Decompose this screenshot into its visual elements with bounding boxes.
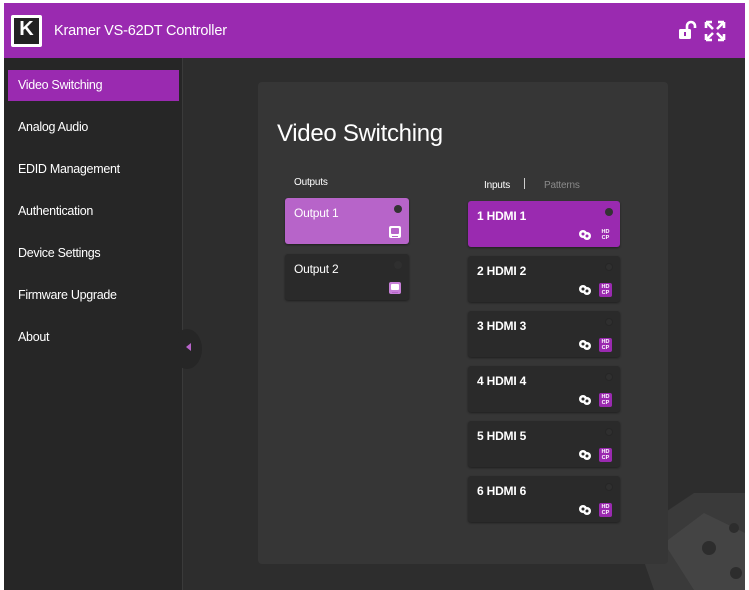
hdcp-icon: HD CP [599,393,612,407]
sidebar-item-label: About [18,330,50,344]
input-label: 2 HDMI 2 [477,264,527,278]
display-icon [389,226,401,238]
outputs-label: Outputs [294,177,328,188]
link-icon [579,450,591,460]
sidebar-item-label: Authentication [18,204,94,218]
input-card-2[interactable]: 2 HDMI 2 HD CP [468,256,620,302]
output-card-2[interactable]: Output 2 [285,254,409,300]
status-indicator [394,261,402,269]
sidebar-item-label: Firmware Upgrade [18,288,117,302]
input-card-1[interactable]: 1 HDMI 1 HD CP [468,201,620,247]
output-label: Output 1 [294,206,339,220]
input-card-4[interactable]: 4 HDMI 4 HD CP [468,366,620,412]
status-indicator [605,263,613,271]
sidebar-collapse-handle[interactable] [172,329,202,369]
input-card-3[interactable]: 3 HDMI 3 HD CP [468,311,620,357]
link-icon [579,395,591,405]
status-indicator [605,318,613,326]
hdcp-icon: HD CP [599,283,612,297]
sidebar: Video Switching Analog Audio EDID Manage… [4,58,183,590]
kramer-logo: K [11,15,42,47]
input-label: 4 HDMI 4 [477,374,527,388]
sidebar-item-authentication[interactable]: Authentication [8,196,179,227]
sidebar-item-about[interactable]: About [8,322,179,353]
fullscreen-icon[interactable] [704,20,726,42]
status-indicator [605,373,613,381]
app-title: Kramer VS-62DT Controller [54,23,227,39]
display-icon [389,282,401,294]
status-indicator [394,205,402,213]
chevron-left-icon [186,343,191,351]
output-label: Output 2 [294,262,339,276]
input-label: 5 HDMI 5 [477,429,527,443]
sidebar-item-analog-audio[interactable]: Analog Audio [8,112,179,143]
page-title: Video Switching [277,120,443,147]
sidebar-item-device-settings[interactable]: Device Settings [8,238,179,269]
hdcp-icon: HD CP [599,338,612,352]
sidebar-item-label: Video Switching [18,78,103,92]
link-icon [579,285,591,295]
input-label: 1 HDMI 1 [477,209,527,223]
input-label: 6 HDMI 6 [477,484,527,498]
sidebar-item-firmware-upgrade[interactable]: Firmware Upgrade [8,280,179,311]
sidebar-item-edid-management[interactable]: EDID Management [8,154,179,185]
sidebar-item-video-switching[interactable]: Video Switching [8,70,179,101]
status-indicator [605,208,613,216]
hdcp-icon: HD CP [599,503,612,517]
status-indicator [605,428,613,436]
link-icon [579,340,591,350]
hdcp-icon: HD CP [599,448,612,462]
link-icon [579,505,591,515]
input-card-5[interactable]: 5 HDMI 5 HD CP [468,421,620,467]
logo-letter: K [19,18,34,40]
status-indicator [605,483,613,491]
tab-inputs[interactable]: Inputs [484,180,510,191]
link-icon [579,230,591,240]
header-bar: K Kramer VS-62DT Controller [4,3,745,58]
sidebar-item-label: Device Settings [18,246,101,260]
unlock-icon[interactable] [676,20,698,42]
input-card-6[interactable]: 6 HDMI 6 HD CP [468,476,620,522]
tab-patterns[interactable]: Patterns [544,180,580,191]
tab-separator [524,178,525,189]
input-label: 3 HDMI 3 [477,319,527,333]
hdcp-icon: HD CP [599,228,612,242]
output-card-1[interactable]: Output 1 [285,198,409,244]
sidebar-item-label: EDID Management [18,162,120,176]
sidebar-item-label: Analog Audio [18,120,89,134]
